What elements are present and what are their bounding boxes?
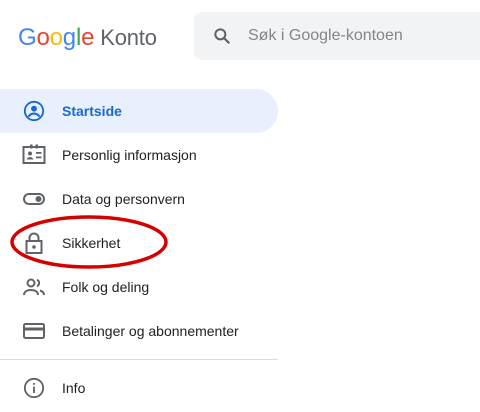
sidebar-item-sikkerhet[interactable]: Sikkerhet bbox=[0, 221, 278, 265]
lock-icon bbox=[22, 231, 46, 255]
sidebar-item-label: Startside bbox=[62, 103, 122, 119]
toggle-icon bbox=[22, 187, 46, 211]
sidebar-item-personlig-informasjon[interactable]: Personlig informasjon bbox=[0, 133, 278, 177]
sidebar-item-startside[interactable]: Startside bbox=[0, 89, 278, 133]
sidebar-item-folk-og-deling[interactable]: Folk og deling bbox=[0, 265, 278, 309]
people-icon bbox=[22, 275, 46, 299]
info-icon bbox=[22, 376, 46, 400]
sidebar-item-label: Info bbox=[62, 380, 86, 396]
sidebar-item-data-og-personvern[interactable]: Data og personvern bbox=[0, 177, 278, 221]
sidebar-nav: Startside Personlig informasjon Data og … bbox=[0, 89, 278, 410]
credit-card-icon bbox=[22, 319, 46, 343]
nav-divider bbox=[0, 359, 278, 360]
search-placeholder[interactable]: Søk i Google-kontoen bbox=[248, 27, 403, 45]
account-circle-icon bbox=[22, 99, 46, 123]
sidebar-item-label: Data og personvern bbox=[62, 191, 185, 207]
logo-letter: g bbox=[62, 24, 76, 51]
logo-letter: o bbox=[49, 24, 63, 51]
logo-letter: G bbox=[18, 24, 37, 51]
sidebar-item-label: Personlig informasjon bbox=[62, 147, 197, 163]
sidebar-item-label: Sikkerhet bbox=[62, 235, 121, 251]
search-bar[interactable]: Søk i Google-kontoen bbox=[194, 12, 480, 60]
sidebar-item-label: Betalinger og abonnementer bbox=[62, 323, 239, 339]
sidebar-item-betalinger-og-abonnementer[interactable]: Betalinger og abonnementer bbox=[0, 309, 278, 353]
logo-letter: o bbox=[36, 24, 50, 51]
logo-suffix: Konto bbox=[100, 25, 157, 50]
google-konto-logo[interactable]: Google Konto bbox=[18, 24, 157, 52]
id-card-icon bbox=[22, 143, 46, 167]
logo-letter: e bbox=[81, 24, 95, 51]
search-icon[interactable] bbox=[212, 26, 232, 46]
sidebar-item-info[interactable]: Info bbox=[0, 366, 278, 410]
sidebar-item-label: Folk og deling bbox=[62, 279, 150, 295]
